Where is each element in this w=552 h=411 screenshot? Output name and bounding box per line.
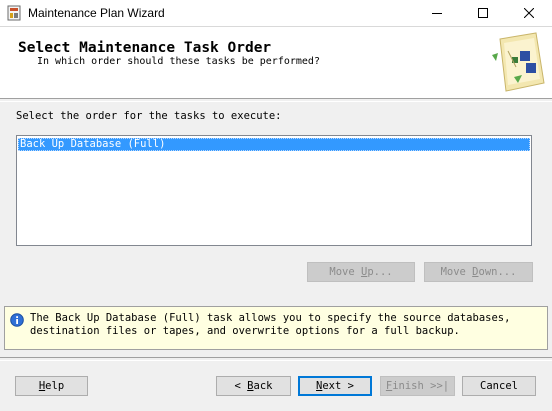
move-up-label-post: p... [367, 266, 393, 278]
minimize-icon [432, 13, 442, 14]
cancel-button[interactable]: Cancel [462, 376, 536, 396]
title-bar: Maintenance Plan Wizard [0, 0, 552, 26]
move-up-label-pre: Move [329, 266, 361, 278]
back-label-post: ack [253, 380, 273, 392]
minimize-button[interactable] [414, 0, 460, 26]
maximize-icon [478, 8, 488, 18]
back-button[interactable]: < Back [216, 376, 291, 396]
finish-label-post: inish >>| [392, 380, 450, 392]
finish-button[interactable]: Finish >>| [380, 376, 455, 396]
info-icon [10, 313, 24, 327]
app-icon [7, 5, 21, 21]
help-button[interactable]: Help [15, 376, 88, 396]
close-button[interactable] [506, 0, 552, 26]
footer-divider [0, 357, 552, 361]
task-description-panel: The Back Up Database (Full) task allows … [4, 306, 548, 350]
move-down-label-pre: Move [440, 266, 473, 278]
wizard-header: Select Maintenance Task Order In which o… [0, 26, 552, 99]
header-divider [0, 98, 552, 102]
close-icon [524, 8, 534, 18]
instruction-label: Select the order for the tasks to execut… [16, 110, 282, 122]
list-item[interactable]: Back Up Database (Full) [18, 138, 530, 151]
window-title: Maintenance Plan Wizard [28, 6, 165, 20]
page-subtitle: In which order should these tasks be per… [37, 56, 320, 67]
move-up-button[interactable]: Move Up... [307, 262, 415, 282]
maximize-button[interactable] [460, 0, 506, 26]
page-title: Select Maintenance Task Order [18, 40, 272, 56]
move-down-label-post: own... [478, 266, 517, 278]
back-label-pre: < [234, 380, 248, 392]
cancel-label-post: Cancel [480, 380, 518, 392]
task-order-list[interactable]: Back Up Database (Full) [16, 135, 532, 246]
help-label-post: elp [45, 380, 65, 392]
next-button[interactable]: Next > [298, 376, 372, 396]
next-label-post: ext > [322, 380, 354, 392]
move-down-button[interactable]: Move Down... [424, 262, 533, 282]
task-description-text: The Back Up Database (Full) task allows … [30, 312, 511, 337]
wizard-graphic-icon [492, 32, 545, 92]
